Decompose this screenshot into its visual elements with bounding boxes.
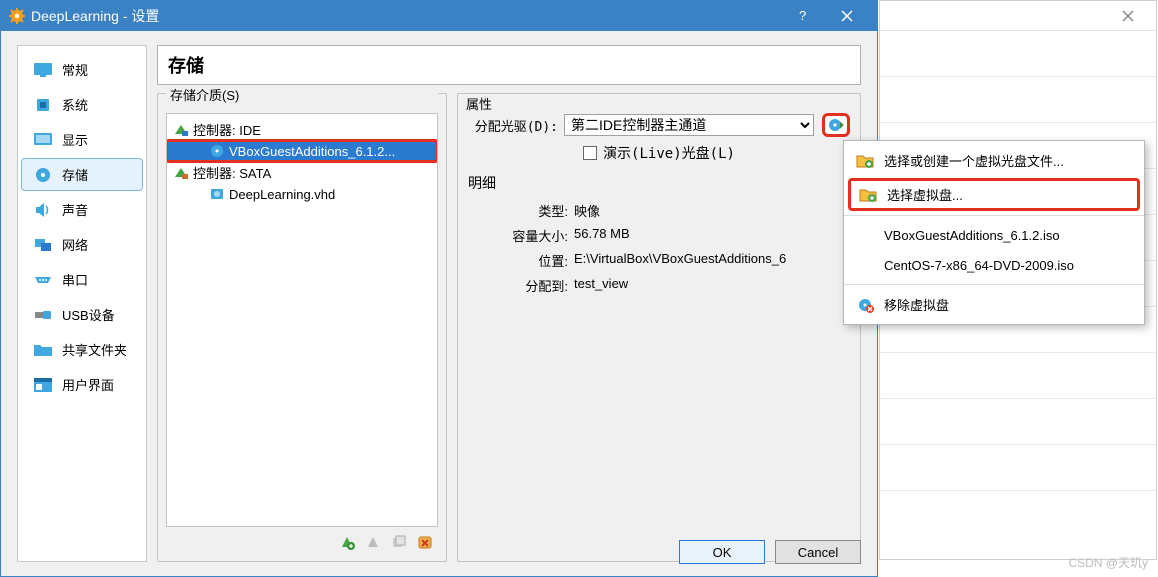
folder-icon (32, 341, 54, 359)
sidebar-item-label: 显示 (62, 130, 88, 149)
sidebar-item-label: 共享文件夹 (62, 340, 127, 359)
menu-item-1[interactable]: 选择虚拟盘... (848, 178, 1140, 211)
sidebar-item-4[interactable]: 声音 (22, 194, 142, 225)
app-icon (9, 8, 25, 24)
storage-media-legend: 存储介质(S) (166, 85, 438, 104)
tree-label: DeepLearning.vhd (229, 187, 335, 202)
sidebar-item-5[interactable]: 网络 (22, 229, 142, 260)
sidebar-item-label: 串口 (62, 270, 88, 289)
tree-controller[interactable]: 控制器: IDE (167, 118, 437, 141)
ui-icon (32, 376, 54, 394)
ok-button[interactable]: OK (679, 540, 765, 564)
optical-drive-select[interactable]: 第二IDE控制器主通道 (564, 114, 814, 136)
live-cd-label: 演示(Live)光盘(L) (603, 143, 735, 163)
sidebar-item-label: 网络 (62, 235, 88, 254)
tree-controller[interactable]: 控制器: SATA (167, 161, 437, 184)
menu-separator (844, 284, 1144, 285)
remove-disk-icon (856, 296, 874, 314)
sidebar-item-label: USB设备 (62, 305, 115, 324)
sidebar-item-label: 存储 (62, 165, 88, 184)
menu-recent-0[interactable]: VBoxGuestAdditions_6.1.2.iso (844, 220, 1144, 250)
tree-label: 控制器: IDE (193, 120, 261, 139)
detail-row: 容量大小: 56.78 MB (468, 226, 850, 245)
net-icon (32, 236, 54, 254)
bg-close-button[interactable] (1108, 2, 1148, 30)
detail-label: 类型: (468, 201, 568, 220)
sidebar-item-label: 用户界面 (62, 375, 114, 394)
sidebar-item-label: 声音 (62, 200, 88, 219)
detail-row: 分配到: test_view (468, 276, 850, 295)
menu-label: 选择虚拟盘... (887, 185, 963, 204)
sidebar-item-9[interactable]: 用户界面 (22, 369, 142, 400)
copy-attachment-button[interactable] (388, 531, 410, 553)
choose-disk-button[interactable] (822, 113, 850, 137)
monitor-icon (32, 61, 54, 79)
sidebar-item-7[interactable]: USB设备 (22, 299, 142, 330)
storage-toolbar (166, 527, 438, 553)
help-button[interactable]: ? (779, 1, 824, 31)
usb-icon (32, 306, 54, 324)
sidebar-item-label: 系统 (62, 95, 88, 114)
disk-icon (32, 166, 54, 184)
display-icon (32, 131, 54, 149)
detail-value: E:\VirtualBox\VBoxGuestAdditions_6 (574, 251, 850, 270)
remove-attachment-button[interactable] (414, 531, 436, 553)
menu-label: 选择或创建一个虚拟光盘文件... (884, 151, 1064, 170)
sata-icon (173, 165, 189, 181)
titlebar: DeepLearning - 设置 ? (1, 1, 877, 31)
disk-chooser-menu[interactable]: 选择或创建一个虚拟光盘文件... 选择虚拟盘... VBoxGuestAdditio… (843, 140, 1145, 325)
detail-value: 56.78 MB (574, 226, 850, 245)
tree-leaf[interactable]: DeepLearning.vhd (167, 184, 437, 204)
speaker-icon (32, 201, 54, 219)
folder-add-icon (856, 152, 874, 170)
folder-add-icon (859, 186, 877, 204)
svg-text:?: ? (799, 9, 806, 23)
detail-row: 类型: 映像 (468, 201, 850, 220)
menu-remove-disk[interactable]: 移除虚拟盘 (844, 289, 1144, 320)
menu-separator (844, 215, 1144, 216)
category-sidebar: 常规系统显示存储声音网络串口 USB设备共享文件夹用户界面 (17, 45, 147, 562)
chip-icon (32, 96, 54, 114)
tree-label: 控制器: SATA (193, 163, 271, 182)
detail-label: 分配到: (468, 276, 568, 295)
attributes-legend: 属性 (466, 94, 852, 113)
detail-label: 位置: (468, 251, 568, 270)
ide-icon (173, 122, 189, 138)
settings-window: DeepLearning - 设置 ? 常规系统显示存储声音网络串口USB设备共… (0, 0, 878, 577)
close-button[interactable] (824, 1, 869, 31)
menu-label: VBoxGuestAdditions_6.1.2.iso (884, 228, 1060, 243)
cancel-button[interactable]: Cancel (775, 540, 861, 564)
detail-value: 映像 (574, 201, 850, 220)
menu-item-0[interactable]: 选择或创建一个虚拟光盘文件... (844, 145, 1144, 176)
menu-label: 移除虚拟盘 (884, 295, 949, 314)
disc-icon (209, 143, 225, 159)
sidebar-item-1[interactable]: 系统 (22, 89, 142, 120)
menu-label: CentOS-7-x86_64-DVD-2009.iso (884, 258, 1074, 273)
add-controller-button[interactable] (336, 531, 358, 553)
drive-label: 分配光驱(D): (468, 116, 558, 135)
window-title: DeepLearning - 设置 (31, 6, 779, 26)
serial-icon (32, 271, 54, 289)
detail-row: 位置: E:\VirtualBox\VBoxGuestAdditions_6 (468, 251, 850, 270)
sidebar-item-3[interactable]: 存储 (22, 159, 142, 190)
remove-controller-button[interactable] (362, 531, 384, 553)
tree-leaf[interactable]: VBoxGuestAdditions_6.1.2... (167, 141, 437, 161)
page-title: 存储 (157, 45, 861, 85)
storage-tree[interactable]: 控制器: IDE VBoxGuestAdditions_6.1.2... 控制器… (166, 113, 438, 527)
sidebar-item-6[interactable]: 串口 (22, 264, 142, 295)
sidebar-item-label: 常规 (62, 60, 88, 79)
menu-recent-1[interactable]: CentOS-7-x86_64-DVD-2009.iso (844, 250, 1144, 280)
tree-label: VBoxGuestAdditions_6.1.2... (229, 144, 395, 159)
live-cd-checkbox[interactable] (583, 146, 597, 160)
sidebar-item-8[interactable]: 共享文件夹 (22, 334, 142, 365)
details-legend: 明细 (468, 173, 850, 193)
detail-label: 容量大小: (468, 226, 568, 245)
sidebar-item-0[interactable]: 常规 (22, 54, 142, 85)
sidebar-item-2[interactable]: 显示 (22, 124, 142, 155)
hdd-icon (209, 186, 225, 202)
detail-value: test_view (574, 276, 850, 295)
watermark: CSDN @天玑y (1068, 554, 1148, 571)
